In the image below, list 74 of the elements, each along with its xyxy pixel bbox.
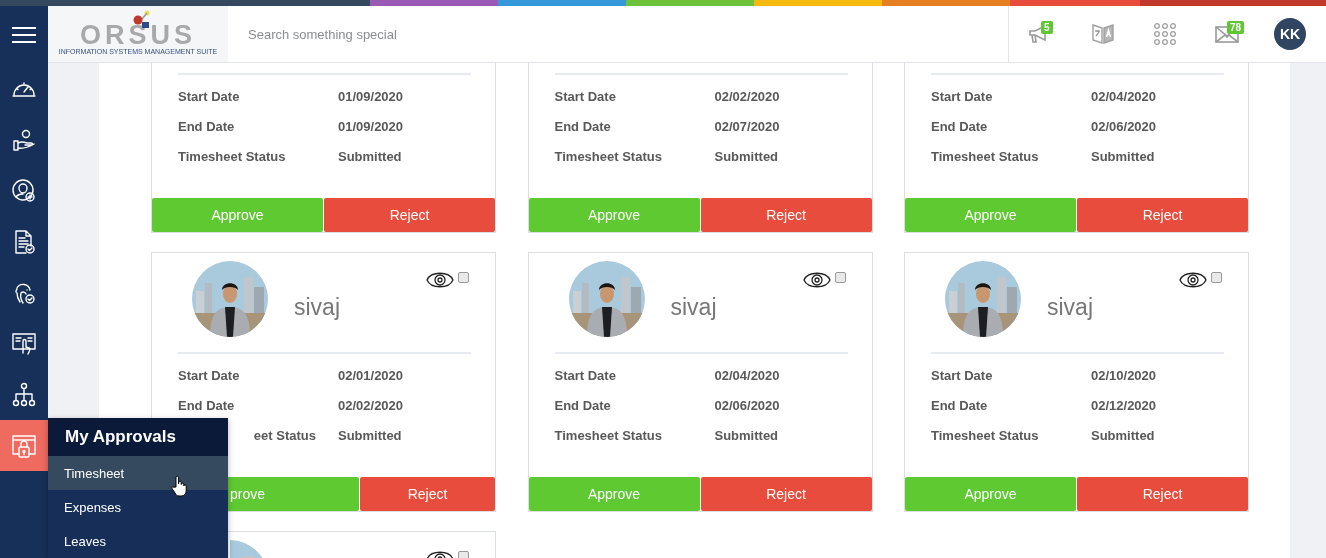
field-label: End Date [931,397,989,415]
field-value: 02/06/2020 [714,397,781,415]
messages-button[interactable]: 78 [1210,17,1244,51]
search-field[interactable]: Search something special [228,6,1008,62]
reject-button[interactable]: Reject [360,477,495,511]
field-label: Start Date [554,367,617,385]
employee-name: sivaj [1047,294,1093,321]
field-value: 02/12/2020 [1091,397,1158,415]
field-value: Submitted [338,148,403,166]
menu-item[interactable]: Timesheet [48,456,228,490]
field-value: 02/01/2020 [338,367,405,385]
field-value: Submitted [338,427,403,445]
employee-name: sivaj [670,294,717,321]
field-label: eet Status [252,427,317,445]
select-checkbox[interactable] [834,272,846,283]
translate-icon[interactable] [1091,22,1115,46]
select-checkbox[interactable] [458,272,469,283]
field-value: Submitted [1091,427,1156,445]
field-value: 02/07/2020 [714,118,781,136]
field-value: Submitted [714,427,780,445]
field-label: Timesheet Status [178,148,287,166]
view-icon[interactable] [802,272,831,288]
menu-title: My Approvals [48,418,228,456]
field-value: Submitted [714,148,780,166]
reject-button[interactable]: Reject [1077,198,1248,232]
envelope-icon [1215,25,1239,43]
message-count: 78 [1227,21,1245,34]
field-value: 02/04/2020 [714,367,781,385]
field-label: End Date [554,118,612,136]
field-label: End Date [931,118,989,136]
select-checkbox[interactable] [1211,272,1222,283]
field-label: Start Date [178,88,241,106]
logo-name: ORSUS [80,22,196,48]
field-value: 02/06/2020 [1091,118,1158,136]
field-label: End Date [178,118,236,136]
approve-button[interactable]: Approve [528,477,700,511]
field-label: End Date [554,397,612,415]
hierarchy-icon [11,381,37,408]
field-label: Start Date [178,367,241,385]
field-value: 01/09/2020 [338,88,405,106]
reject-button[interactable]: Reject [700,477,872,511]
field-value: 02/02/2020 [338,397,405,415]
user-avatar[interactable]: KK [1274,18,1306,50]
view-icon[interactable] [1179,272,1207,288]
menu-item[interactable]: Leaves [48,524,228,558]
padlock-browser-icon [11,432,37,459]
field-value: 01/09/2020 [338,118,405,136]
user-add-icon [11,177,37,204]
approve-button[interactable]: Approve [528,198,700,232]
menu-icon[interactable] [12,26,36,43]
field-label: Timesheet Status [931,427,1040,445]
field-label: Start Date [554,88,617,106]
hand-cursor-icon [171,475,187,497]
field-label: Timesheet Status [554,427,663,445]
approve-button[interactable]: Approve [905,198,1076,232]
approve-button[interactable]: Approve [152,198,323,232]
approve-button[interactable]: Approve [905,477,1076,511]
field-label: Timesheet Status [931,148,1040,166]
field-label: Start Date [931,367,994,385]
field-value: 02/02/2020 [714,88,781,106]
field-label: Start Date [931,88,994,106]
field-label: End Date [178,397,236,415]
field-value: 02/10/2020 [1091,367,1158,385]
field-value: 02/04/2020 [1091,88,1158,106]
notifications-button[interactable]: 5 [1024,17,1058,51]
field-label: Timesheet Status [554,148,663,166]
view-icon[interactable] [426,272,454,288]
reject-button[interactable]: Reject [324,198,495,232]
employee-name: sivaj [294,294,340,321]
notification-count: 5 [1041,21,1053,34]
touch-screen-icon [11,330,37,357]
reject-button[interactable]: Reject [700,198,872,232]
field-value: Submitted [1091,148,1156,166]
reject-button[interactable]: Reject [1077,477,1248,511]
